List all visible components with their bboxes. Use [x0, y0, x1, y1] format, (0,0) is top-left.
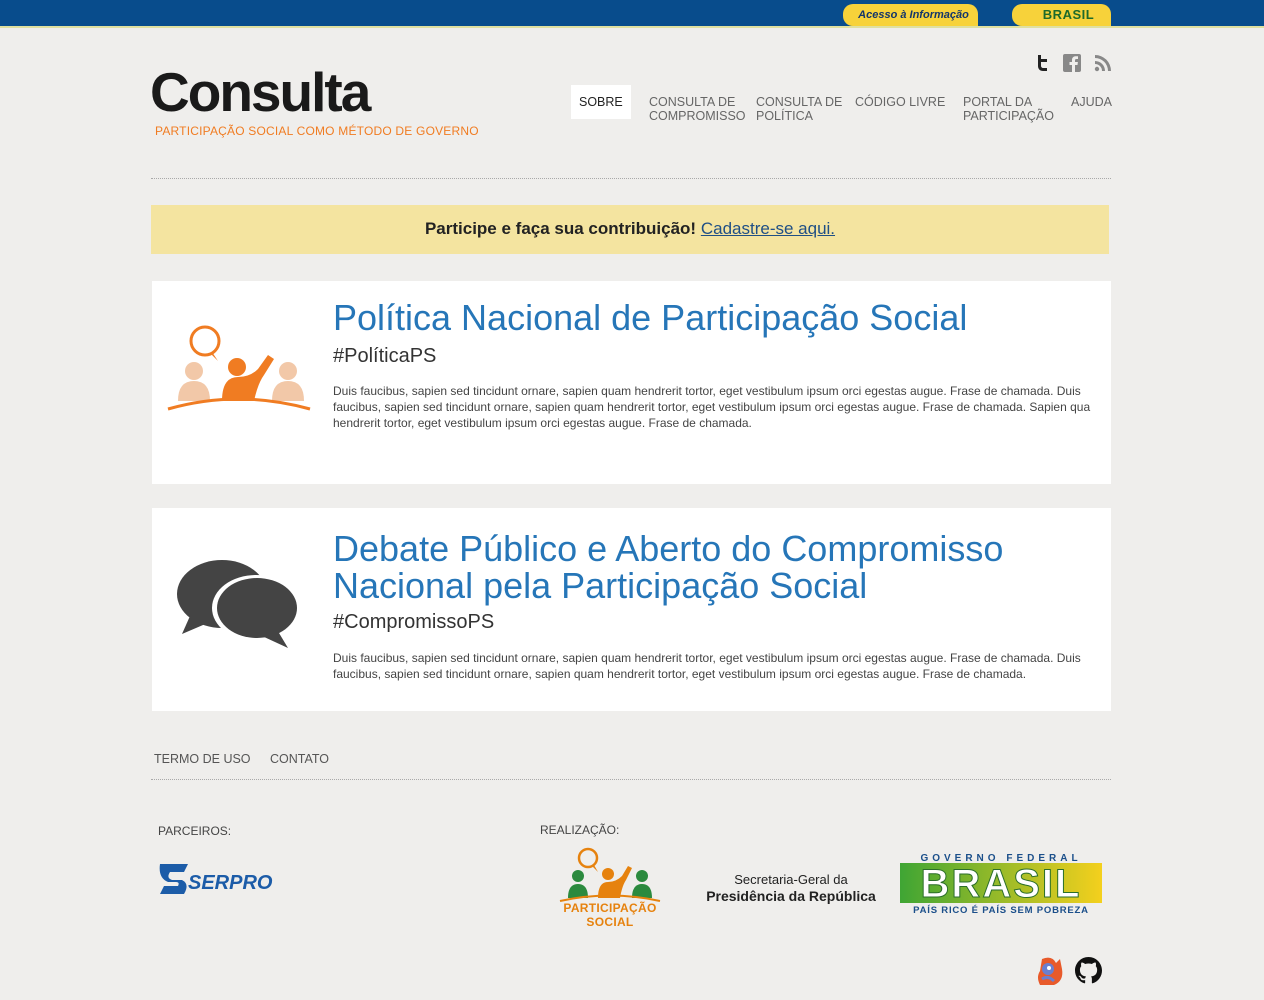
- card-hashtag: #PolíticaPS: [333, 345, 437, 367]
- acesso-informacao-link[interactable]: Acesso à Informação: [843, 4, 978, 26]
- sg-line1: Secretaria-Geral da: [734, 872, 848, 887]
- brasil-slogan: PAÍS RICO É PAÍS SEM POBREZA: [913, 905, 1089, 916]
- footer-link-contato[interactable]: CONTATO: [270, 752, 329, 766]
- card-title[interactable]: Debate Público e Aberto do Compromisso N…: [333, 530, 1073, 604]
- serpro-text: SERPRO: [188, 872, 273, 894]
- mascot-icon[interactable]: [1034, 955, 1066, 992]
- participation-people-icon: [166, 325, 312, 416]
- serpro-logo[interactable]: SERPRO: [158, 860, 274, 900]
- partners-label: PARCEIROS:: [158, 824, 232, 838]
- card-description: Duis faucibus, sapien sed tincidunt orna…: [333, 384, 1091, 430]
- nav-item-portal-participacao[interactable]: PORTAL DA PARTICIPAÇÃO: [963, 95, 1063, 123]
- facebook-icon[interactable]: [1063, 54, 1081, 72]
- sg-line2: Presidência da República: [706, 888, 876, 904]
- nav-item-consulta-compromisso[interactable]: CONSULTA DE COMPROMISSO: [649, 95, 749, 123]
- consultation-card-compromisso[interactable]: Debate Público e Aberto do Compromisso N…: [152, 508, 1111, 711]
- nav-item-consulta-politica[interactable]: CONSULTA DE POLÍTICA: [756, 95, 848, 123]
- secretaria-geral-logo[interactable]: Secretaria-Geral da Presidência da Repúb…: [706, 871, 876, 905]
- government-top-bar: Acesso à Informação BRASIL: [0, 0, 1264, 28]
- brasil-portal-link[interactable]: BRASIL: [1012, 4, 1111, 26]
- chat-bubbles-icon: [176, 558, 302, 655]
- brasil-wordmark: BRASIL: [900, 863, 1102, 906]
- consultation-card-politica[interactable]: Política Nacional de Participação Social…: [152, 281, 1111, 484]
- nav-item-sobre[interactable]: SOBRE: [571, 85, 631, 119]
- signup-banner: Participe e faça sua contribuição! Cadas…: [151, 205, 1109, 254]
- nav-item-codigo-livre[interactable]: CÓDIGO LIVRE: [855, 95, 955, 109]
- github-icon[interactable]: [1075, 957, 1102, 989]
- footer-link-termo-uso[interactable]: TERMO DE USO: [154, 752, 251, 766]
- header-divider: [151, 178, 1111, 179]
- governo-federal-brasil-logo[interactable]: GOVERNO FEDERAL BRASIL PAÍS RICO É PAÍS …: [900, 853, 1102, 917]
- signup-link[interactable]: Cadastre-se aqui.: [701, 219, 835, 238]
- nav-item-ajuda[interactable]: AJUDA: [1071, 95, 1112, 109]
- site-title[interactable]: Consulta: [150, 60, 371, 124]
- participacao-social-text: PARTICIPAÇÃO SOCIAL: [563, 901, 657, 929]
- realizacao-label: REALIZAÇÃO:: [540, 823, 620, 837]
- card-description: Duis faucibus, sapien sed tincidunt orna…: [333, 651, 1081, 681]
- site-subtitle: PARTICIPAÇÃO SOCIAL COMO MÉTODO DE GOVER…: [155, 124, 479, 138]
- twitter-icon[interactable]: [1034, 54, 1052, 72]
- card-hashtag: #CompromissoPS: [333, 611, 495, 633]
- rss-icon[interactable]: [1094, 54, 1112, 72]
- participacao-social-logo[interactable]: PARTICIPAÇÃO SOCIAL: [540, 846, 680, 929]
- card-title[interactable]: Política Nacional de Participação Social: [333, 299, 967, 336]
- banner-text: Participe e faça sua contribuição!: [424, 219, 697, 238]
- footer-divider: [151, 779, 1111, 780]
